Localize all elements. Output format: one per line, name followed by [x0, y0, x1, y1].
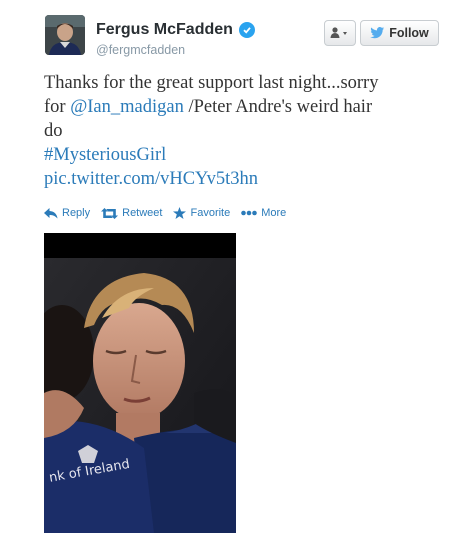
- avatar[interactable]: [45, 15, 85, 55]
- tweet-actions: Reply Retweet Favorite More: [44, 207, 297, 219]
- follow-button[interactable]: Follow: [360, 20, 439, 46]
- twitter-bird-icon: [370, 27, 385, 39]
- tweet-line-1: Thanks for the great support last night.…: [44, 73, 379, 93]
- tweet-text: Thanks for the great support last night.…: [44, 71, 449, 191]
- user-handle[interactable]: @fergmcfadden: [96, 43, 185, 57]
- retweet-action[interactable]: Retweet: [101, 207, 162, 219]
- more-dots-icon: [241, 210, 258, 216]
- mention-link[interactable]: @Ian_madigan: [70, 97, 184, 117]
- retweet-icon: [101, 207, 119, 219]
- verified-badge-icon: [238, 22, 255, 38]
- tweet-line-3: do: [44, 121, 63, 141]
- tweet-text-fragment: /Peter Andre's weird hair: [183, 97, 373, 117]
- avatar-photo: [45, 15, 85, 55]
- reply-action[interactable]: Reply: [44, 207, 90, 219]
- tweet-photo[interactable]: nk of Ireland: [44, 233, 236, 533]
- hashtag-link[interactable]: #MysteriousGirl: [44, 143, 449, 167]
- follow-label: Follow: [389, 26, 429, 40]
- more-action[interactable]: More: [241, 207, 286, 219]
- user-actions-button[interactable]: [324, 20, 356, 46]
- more-label: More: [261, 207, 287, 219]
- reply-label: Reply: [62, 207, 91, 219]
- favorite-label: Favorite: [190, 207, 231, 219]
- tweet-line-2: for @Ian_madigan /Peter Andre's weird ha…: [44, 95, 449, 119]
- favorite-action[interactable]: Favorite: [173, 207, 230, 219]
- pic-link[interactable]: pic.twitter.com/vHCYv5t3hn: [44, 167, 449, 191]
- tweet-photo-image: [44, 233, 236, 533]
- name-row: Fergus McFadden: [96, 19, 255, 41]
- star-icon: [173, 207, 187, 219]
- tweet-text-fragment: for: [44, 97, 71, 117]
- user-dropdown-icon: [330, 27, 347, 38]
- display-name[interactable]: Fergus McFadden: [96, 21, 233, 39]
- retweet-label: Retweet: [122, 207, 163, 219]
- reply-icon: [44, 207, 58, 218]
